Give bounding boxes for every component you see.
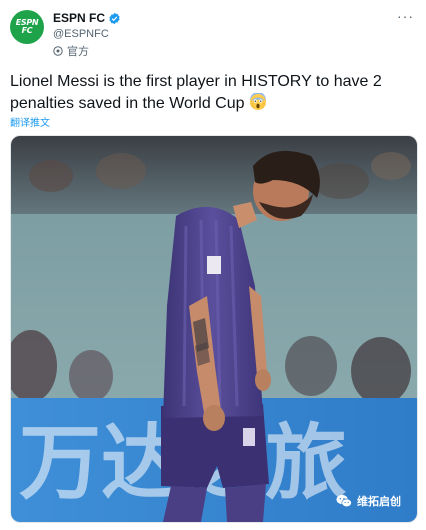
account-handle[interactable]: @ESPNFC — [53, 28, 121, 40]
avatar[interactable]: ESPN FC — [10, 10, 44, 44]
tweet-photo[interactable]: 万达之旅 — [10, 135, 418, 523]
watermark: 维拓启创 — [335, 492, 401, 510]
player-photo: 万达之旅 — [11, 136, 417, 522]
official-label: 官方 — [53, 43, 121, 59]
watermark-text: 维拓启创 — [357, 496, 401, 508]
tweet-header: ESPN FC @ESPNFC 官方 — [53, 9, 121, 59]
tweet-body: Lionel Messi is the first player in HIST… — [10, 73, 382, 112]
avatar-text-bottom: FC — [21, 26, 33, 35]
verified-badge-icon — [109, 12, 120, 24]
tweet-card: ESPN FC ESPN FC @ESPNFC 官方 ··· Lionel Me… — [0, 0, 426, 530]
more-options-button[interactable]: ··· — [397, 8, 414, 24]
tweet-text: Lionel Messi is the first player in HIST… — [10, 71, 416, 115]
wechat-logo-icon — [336, 494, 352, 508]
official-badge-icon — [53, 46, 63, 56]
screaming-face-emoji-icon — [249, 93, 266, 110]
name-row: ESPN FC — [53, 9, 121, 27]
official-label-text: 官方 — [67, 46, 89, 58]
translate-tweet-link[interactable]: 翻译推文 — [10, 114, 50, 129]
account-name[interactable]: ESPN FC — [53, 11, 105, 25]
